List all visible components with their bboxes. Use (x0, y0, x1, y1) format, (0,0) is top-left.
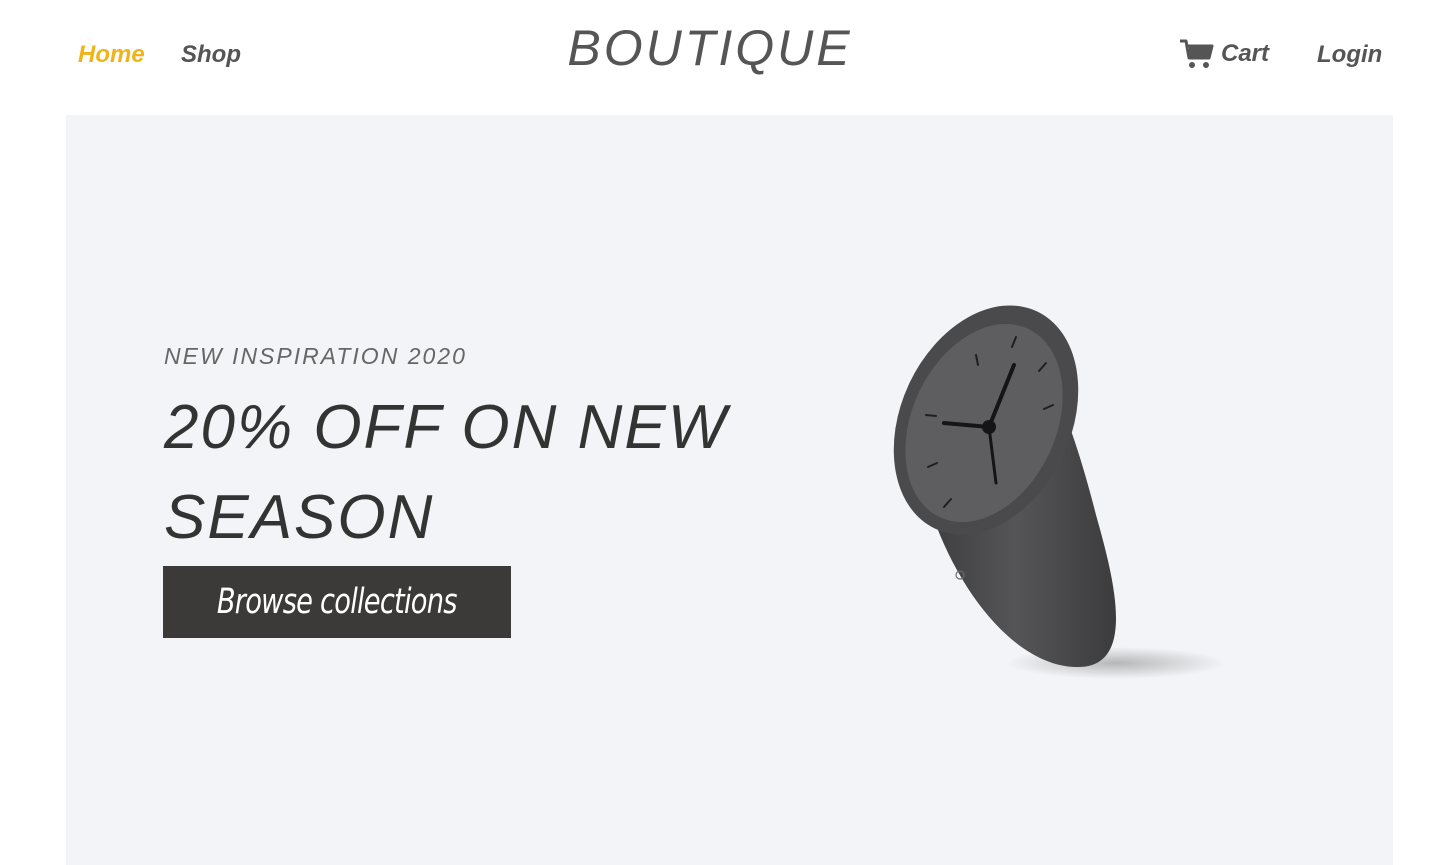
hero-banner: NEW INSPIRATION 2020 20% OFF ON NEW SEAS… (66, 115, 1393, 865)
hero-eyebrow: NEW INSPIRATION 2020 (164, 343, 467, 369)
cart-icon (1180, 39, 1214, 68)
site-header: Home Shop BOUTIQUE Cart Login (0, 0, 1452, 115)
browse-collections-label: Browse collections (217, 582, 458, 622)
cart-link[interactable]: Cart (1179, 36, 1269, 72)
browse-collections-button[interactable]: Browse collections (163, 566, 511, 638)
cart-label: Cart (1221, 40, 1270, 67)
login-link[interactable]: Login (1317, 40, 1382, 70)
clock-image (893, 305, 1226, 679)
hero-headline: 20% OFF ON NEW SEASON (164, 393, 729, 552)
